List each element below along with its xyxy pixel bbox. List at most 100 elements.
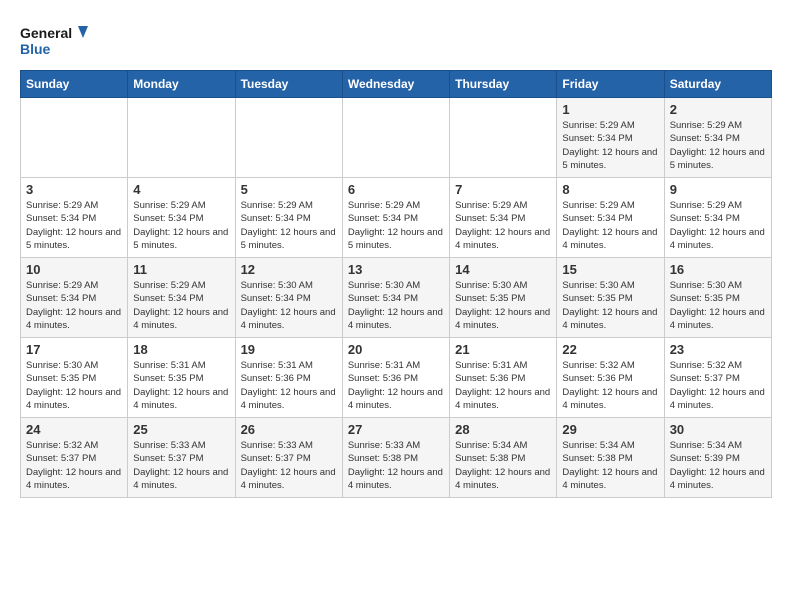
cell-info: Sunrise: 5:34 AM Sunset: 5:38 PM Dayligh… bbox=[455, 439, 551, 492]
page-header: General Blue bbox=[20, 20, 772, 60]
calendar-week-2: 3 Sunrise: 5:29 AM Sunset: 5:34 PM Daylig… bbox=[21, 178, 772, 258]
weekday-header-friday: Friday bbox=[557, 71, 664, 98]
cell-info: Sunrise: 5:30 AM Sunset: 5:35 PM Dayligh… bbox=[455, 279, 551, 332]
calendar-cell bbox=[21, 98, 128, 178]
day-number: 26 bbox=[241, 422, 337, 437]
calendar-cell: 1 Sunrise: 5:29 AM Sunset: 5:34 PM Daylig… bbox=[557, 98, 664, 178]
weekday-header-saturday: Saturday bbox=[664, 71, 771, 98]
calendar-cell: 9Sunrise: 5:29 AM Sunset: 5:34 PM Daylig… bbox=[664, 178, 771, 258]
calendar-cell bbox=[128, 98, 235, 178]
day-number: 12 bbox=[241, 262, 337, 277]
day-number: 25 bbox=[133, 422, 229, 437]
cell-info: Sunrise: 5:30 AM Sunset: 5:35 PM Dayligh… bbox=[670, 279, 766, 332]
calendar-cell: 11 Sunrise: 5:29 AM Sunset: 5:34 PM Dayli… bbox=[128, 258, 235, 338]
day-number: 16 bbox=[670, 262, 766, 277]
day-number: 5 bbox=[241, 182, 337, 197]
cell-info: Sunrise: 5:32 AM Sunset: 5:37 PM Dayligh… bbox=[670, 359, 766, 412]
day-number: 17 bbox=[26, 342, 122, 357]
calendar-cell: 18Sunrise: 5:31 AM Sunset: 5:35 PM Dayli… bbox=[128, 338, 235, 418]
day-number: 14 bbox=[455, 262, 551, 277]
calendar-cell: 24Sunrise: 5:32 AM Sunset: 5:37 PM Dayli… bbox=[21, 418, 128, 498]
svg-text:General: General bbox=[20, 25, 72, 41]
day-number: 19 bbox=[241, 342, 337, 357]
calendar-cell: 4 Sunrise: 5:29 AM Sunset: 5:34 PM Daylig… bbox=[128, 178, 235, 258]
day-number: 13 bbox=[348, 262, 444, 277]
cell-info: Sunrise: 5:29 AM Sunset: 5:34 PM Dayligh… bbox=[133, 279, 229, 332]
cell-info: Sunrise: 5:29 AM Sunset: 5:34 PM Dayligh… bbox=[348, 199, 444, 252]
day-number: 28 bbox=[455, 422, 551, 437]
calendar-cell: 13Sunrise: 5:30 AM Sunset: 5:34 PM Dayli… bbox=[342, 258, 449, 338]
calendar-table: SundayMondayTuesdayWednesdayThursdayFrid… bbox=[20, 70, 772, 498]
calendar-week-1: 1 Sunrise: 5:29 AM Sunset: 5:34 PM Daylig… bbox=[21, 98, 772, 178]
calendar-cell: 15 Sunrise: 5:30 AM Sunset: 5:35 PM Dayli… bbox=[557, 258, 664, 338]
cell-info: Sunrise: 5:31 AM Sunset: 5:36 PM Dayligh… bbox=[241, 359, 337, 412]
cell-info: Sunrise: 5:29 AM Sunset: 5:34 PM Dayligh… bbox=[241, 199, 337, 252]
cell-info: Sunrise: 5:29 AM Sunset: 5:34 PM Dayligh… bbox=[455, 199, 551, 252]
day-number: 24 bbox=[26, 422, 122, 437]
calendar-cell: 21Sunrise: 5:31 AM Sunset: 5:36 PM Dayli… bbox=[450, 338, 557, 418]
day-number: 15 bbox=[562, 262, 658, 277]
calendar-cell bbox=[235, 98, 342, 178]
calendar-cell: 27 Sunrise: 5:33 AM Sunset: 5:38 PM Dayli… bbox=[342, 418, 449, 498]
cell-info: Sunrise: 5:31 AM Sunset: 5:36 PM Dayligh… bbox=[455, 359, 551, 412]
calendar-cell: 10Sunrise: 5:29 AM Sunset: 5:34 PM Dayli… bbox=[21, 258, 128, 338]
svg-text:Blue: Blue bbox=[20, 41, 51, 57]
day-number: 11 bbox=[133, 262, 229, 277]
calendar-cell: 25 Sunrise: 5:33 AM Sunset: 5:37 PM Dayli… bbox=[128, 418, 235, 498]
day-number: 7 bbox=[455, 182, 551, 197]
day-number: 4 bbox=[133, 182, 229, 197]
calendar-cell: 29Sunrise: 5:34 AM Sunset: 5:38 PM Dayli… bbox=[557, 418, 664, 498]
cell-info: Sunrise: 5:29 AM Sunset: 5:34 PM Dayligh… bbox=[670, 119, 766, 172]
day-number: 8 bbox=[562, 182, 658, 197]
cell-info: Sunrise: 5:32 AM Sunset: 5:36 PM Dayligh… bbox=[562, 359, 658, 412]
day-number: 23 bbox=[670, 342, 766, 357]
cell-info: Sunrise: 5:33 AM Sunset: 5:38 PM Dayligh… bbox=[348, 439, 444, 492]
day-number: 2 bbox=[670, 102, 766, 117]
calendar-cell: 3 Sunrise: 5:29 AM Sunset: 5:34 PM Daylig… bbox=[21, 178, 128, 258]
cell-info: Sunrise: 5:30 AM Sunset: 5:35 PM Dayligh… bbox=[26, 359, 122, 412]
weekday-header-sunday: Sunday bbox=[21, 71, 128, 98]
logo-svg: General Blue bbox=[20, 20, 90, 60]
cell-info: Sunrise: 5:30 AM Sunset: 5:35 PM Dayligh… bbox=[562, 279, 658, 332]
cell-info: Sunrise: 5:29 AM Sunset: 5:34 PM Dayligh… bbox=[26, 279, 122, 332]
calendar-cell: 16 Sunrise: 5:30 AM Sunset: 5:35 PM Dayli… bbox=[664, 258, 771, 338]
calendar-cell: 26Sunrise: 5:33 AM Sunset: 5:37 PM Dayli… bbox=[235, 418, 342, 498]
day-number: 27 bbox=[348, 422, 444, 437]
day-number: 6 bbox=[348, 182, 444, 197]
cell-info: Sunrise: 5:31 AM Sunset: 5:36 PM Dayligh… bbox=[348, 359, 444, 412]
cell-info: Sunrise: 5:33 AM Sunset: 5:37 PM Dayligh… bbox=[133, 439, 229, 492]
day-number: 1 bbox=[562, 102, 658, 117]
cell-info: Sunrise: 5:29 AM Sunset: 5:34 PM Dayligh… bbox=[26, 199, 122, 252]
calendar-cell: 30Sunrise: 5:34 AM Sunset: 5:39 PM Dayli… bbox=[664, 418, 771, 498]
cell-info: Sunrise: 5:29 AM Sunset: 5:34 PM Dayligh… bbox=[562, 119, 658, 172]
weekday-header-tuesday: Tuesday bbox=[235, 71, 342, 98]
calendar-week-5: 24Sunrise: 5:32 AM Sunset: 5:37 PM Dayli… bbox=[21, 418, 772, 498]
logo: General Blue bbox=[20, 20, 90, 60]
cell-info: Sunrise: 5:34 AM Sunset: 5:38 PM Dayligh… bbox=[562, 439, 658, 492]
calendar-cell bbox=[450, 98, 557, 178]
calendar-week-4: 17 Sunrise: 5:30 AM Sunset: 5:35 PM Dayli… bbox=[21, 338, 772, 418]
calendar-cell: 7 Sunrise: 5:29 AM Sunset: 5:34 PM Daylig… bbox=[450, 178, 557, 258]
calendar-week-3: 10Sunrise: 5:29 AM Sunset: 5:34 PM Dayli… bbox=[21, 258, 772, 338]
cell-info: Sunrise: 5:30 AM Sunset: 5:34 PM Dayligh… bbox=[241, 279, 337, 332]
calendar-cell: 23 Sunrise: 5:32 AM Sunset: 5:37 PM Dayli… bbox=[664, 338, 771, 418]
day-number: 22 bbox=[562, 342, 658, 357]
cell-info: Sunrise: 5:29 AM Sunset: 5:34 PM Dayligh… bbox=[562, 199, 658, 252]
weekday-header-wednesday: Wednesday bbox=[342, 71, 449, 98]
weekday-header-thursday: Thursday bbox=[450, 71, 557, 98]
day-number: 3 bbox=[26, 182, 122, 197]
calendar-cell: 28 Sunrise: 5:34 AM Sunset: 5:38 PM Dayli… bbox=[450, 418, 557, 498]
cell-info: Sunrise: 5:29 AM Sunset: 5:34 PM Dayligh… bbox=[133, 199, 229, 252]
calendar-cell: 8 Sunrise: 5:29 AM Sunset: 5:34 PM Daylig… bbox=[557, 178, 664, 258]
calendar-cell: 14 Sunrise: 5:30 AM Sunset: 5:35 PM Dayli… bbox=[450, 258, 557, 338]
weekday-header-monday: Monday bbox=[128, 71, 235, 98]
calendar-cell: 6 Sunrise: 5:29 AM Sunset: 5:34 PM Daylig… bbox=[342, 178, 449, 258]
calendar-cell: 2 Sunrise: 5:29 AM Sunset: 5:34 PM Daylig… bbox=[664, 98, 771, 178]
weekday-header-row: SundayMondayTuesdayWednesdayThursdayFrid… bbox=[21, 71, 772, 98]
calendar-cell: 17 Sunrise: 5:30 AM Sunset: 5:35 PM Dayli… bbox=[21, 338, 128, 418]
calendar-cell bbox=[342, 98, 449, 178]
cell-info: Sunrise: 5:29 AM Sunset: 5:34 PM Dayligh… bbox=[670, 199, 766, 252]
calendar-cell: 19 Sunrise: 5:31 AM Sunset: 5:36 PM Dayli… bbox=[235, 338, 342, 418]
cell-info: Sunrise: 5:31 AM Sunset: 5:35 PM Dayligh… bbox=[133, 359, 229, 412]
calendar-cell: 22 Sunrise: 5:32 AM Sunset: 5:36 PM Dayli… bbox=[557, 338, 664, 418]
